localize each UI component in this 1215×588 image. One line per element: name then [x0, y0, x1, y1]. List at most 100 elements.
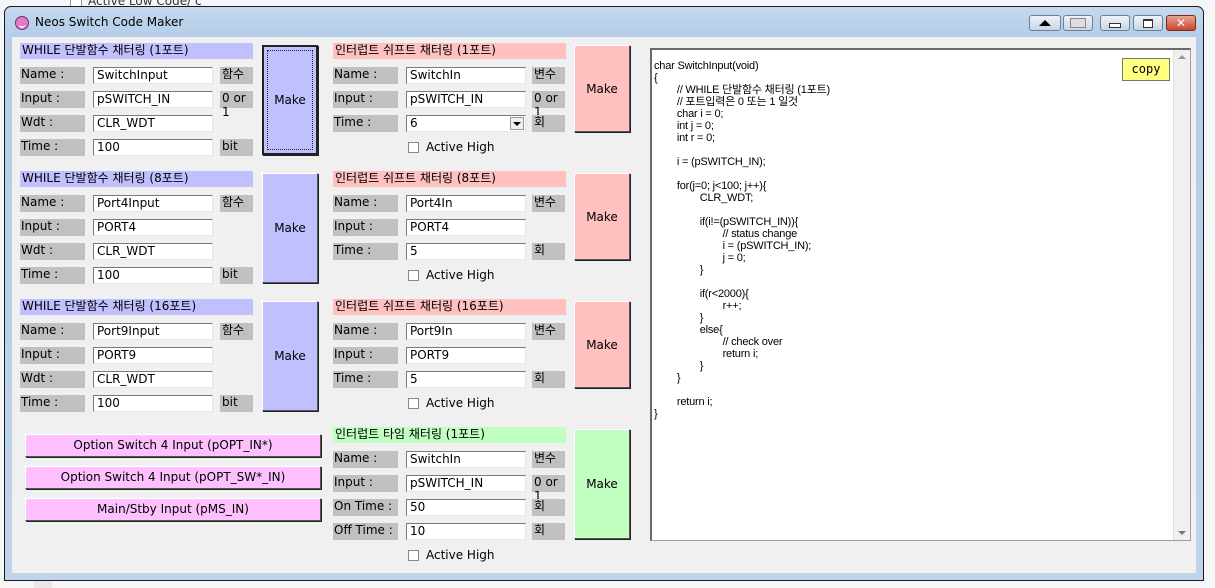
off-time-label: Off Time :: [333, 523, 398, 540]
wdt-input[interactable]: CLR_WDT: [93, 371, 213, 388]
name-input[interactable]: SwitchInput: [93, 67, 213, 84]
option-switch-opt-in-button[interactable]: Option Switch 4 Input (pOPT_IN*): [25, 434, 321, 457]
checkbox-box[interactable]: [408, 269, 419, 281]
chevron-down-icon: [513, 121, 521, 126]
active-high-label: Active High: [426, 268, 495, 282]
checkbox-box[interactable]: [408, 549, 419, 561]
make-button[interactable]: Make: [574, 173, 630, 260]
input-label: Input :: [333, 347, 398, 364]
time-label: Time :: [333, 243, 398, 260]
input-label: Input :: [20, 91, 85, 108]
active-high-label: Active High: [426, 140, 495, 154]
wdt-label: Wdt :: [20, 243, 85, 260]
section-title: 인터럽트 쉬프트 채터링 (16포트): [333, 299, 566, 315]
on-time-unit: 회: [532, 499, 565, 516]
name-unit: 함수: [220, 195, 253, 212]
scroll-down-icon[interactable]: [1178, 531, 1186, 535]
active-high-label: Active High: [426, 396, 495, 410]
checkbox-box[interactable]: [408, 141, 419, 153]
name-input[interactable]: SwitchIn: [406, 451, 526, 468]
input-input[interactable]: PORT9: [93, 347, 213, 364]
pin-icon: [1070, 18, 1086, 28]
name-unit: 함수: [220, 323, 253, 340]
scroll-up-icon[interactable]: [1178, 55, 1186, 59]
name-input[interactable]: Port4In: [406, 195, 526, 212]
time-label: Time :: [20, 395, 85, 412]
active-high-checkbox[interactable]: Active High: [408, 140, 495, 154]
time-input[interactable]: 100: [93, 139, 213, 156]
input-label: Input :: [333, 219, 398, 236]
vertical-scrollbar[interactable]: [1173, 50, 1190, 540]
wdt-label: Wdt :: [20, 115, 85, 132]
name-unit: 변수: [532, 451, 565, 468]
name-input[interactable]: SwitchIn: [406, 67, 526, 84]
name-input[interactable]: Port9Input: [93, 323, 213, 340]
name-unit: 함수: [220, 67, 253, 84]
time-input[interactable]: 100: [93, 395, 213, 412]
title-bar[interactable]: Neos Switch Code Maker ✕: [5, 7, 1203, 37]
input-input[interactable]: PORT9: [406, 347, 526, 364]
input-input[interactable]: pSWITCH_IN: [406, 91, 526, 108]
make-button[interactable]: Make: [574, 45, 630, 132]
wdt-label: Wdt :: [20, 371, 85, 388]
time-label: Time :: [20, 139, 85, 156]
wdt-input[interactable]: CLR_WDT: [93, 243, 213, 260]
make-button[interactable]: Make: [262, 45, 318, 155]
minimize-icon: [1109, 23, 1121, 28]
make-button[interactable]: Make: [574, 301, 630, 388]
roll-up-button[interactable]: [1029, 15, 1061, 31]
time-combobox[interactable]: 6: [406, 115, 526, 132]
input-label: Input :: [333, 91, 398, 108]
minimize-button[interactable]: [1100, 15, 1130, 31]
pin-button[interactable]: [1063, 15, 1093, 31]
maximize-icon: [1143, 18, 1153, 28]
input-input[interactable]: PORT4: [406, 219, 526, 236]
name-label: Name :: [333, 323, 398, 340]
copy-button[interactable]: copy: [1122, 58, 1170, 81]
active-high-checkbox[interactable]: Active High: [408, 548, 495, 562]
code-output-textarea[interactable]: char SwitchInput(void) { // WHILE 단발함수 채…: [650, 48, 1191, 541]
name-label: Name :: [333, 67, 398, 84]
time-label: Time :: [333, 371, 398, 388]
main-window: Neos Switch Code Maker ✕ WHILE 단발함수 채터링 …: [4, 6, 1204, 581]
off-time-unit: 회: [532, 523, 565, 540]
off-time-input[interactable]: 10: [406, 523, 526, 540]
time-unit: bit: [220, 395, 253, 412]
name-label: Name :: [333, 195, 398, 212]
dropdown-button[interactable]: [510, 117, 524, 130]
name-label: Name :: [333, 451, 398, 468]
make-button[interactable]: Make: [574, 429, 630, 539]
option-switch-opt-sw-in-button[interactable]: Option Switch 4 Input (pOPT_SW*_IN): [25, 466, 321, 489]
name-input[interactable]: Port9In: [406, 323, 526, 340]
input-unit: 0 or 1: [532, 475, 565, 503]
input-input[interactable]: PORT4: [93, 219, 213, 236]
section-title: 인터럽트 쉬프트 채터링 (8포트): [333, 171, 566, 187]
time-input[interactable]: 5: [406, 371, 526, 388]
on-time-input[interactable]: 50: [406, 499, 526, 516]
section-title: WHILE 단발함수 채터링 (8포트): [20, 171, 253, 187]
active-high-checkbox[interactable]: Active High: [408, 268, 495, 282]
active-high-checkbox[interactable]: Active High: [408, 396, 495, 410]
name-unit: 변수: [532, 195, 565, 212]
active-high-label: Active High: [426, 548, 495, 562]
section-title: 인터럽트 쉬프트 채터링 (1포트): [333, 43, 566, 59]
app-smiley-icon: [15, 16, 29, 30]
name-unit: 변수: [532, 323, 565, 340]
input-input[interactable]: pSWITCH_IN: [93, 91, 213, 108]
close-button[interactable]: ✕: [1166, 15, 1196, 31]
wdt-input[interactable]: CLR_WDT: [93, 115, 213, 132]
main-stby-input-button[interactable]: Main/Stby Input (pMS_IN): [25, 498, 321, 521]
time-unit: bit: [220, 139, 253, 156]
window-title: Neos Switch Code Maker: [35, 15, 184, 29]
name-input[interactable]: Port4Input: [93, 195, 213, 212]
section-title: 인터럽트 타임 채터링 (1포트): [333, 427, 566, 443]
make-button[interactable]: Make: [262, 173, 318, 283]
checkbox-box[interactable]: [408, 397, 419, 409]
close-icon: ✕: [1175, 16, 1187, 30]
maximize-button[interactable]: [1133, 15, 1163, 31]
make-button[interactable]: Make: [262, 301, 318, 411]
time-input[interactable]: 5: [406, 243, 526, 260]
time-input[interactable]: 100: [93, 267, 213, 284]
input-input[interactable]: pSWITCH_IN: [406, 475, 526, 492]
time-unit: 회: [532, 243, 565, 260]
